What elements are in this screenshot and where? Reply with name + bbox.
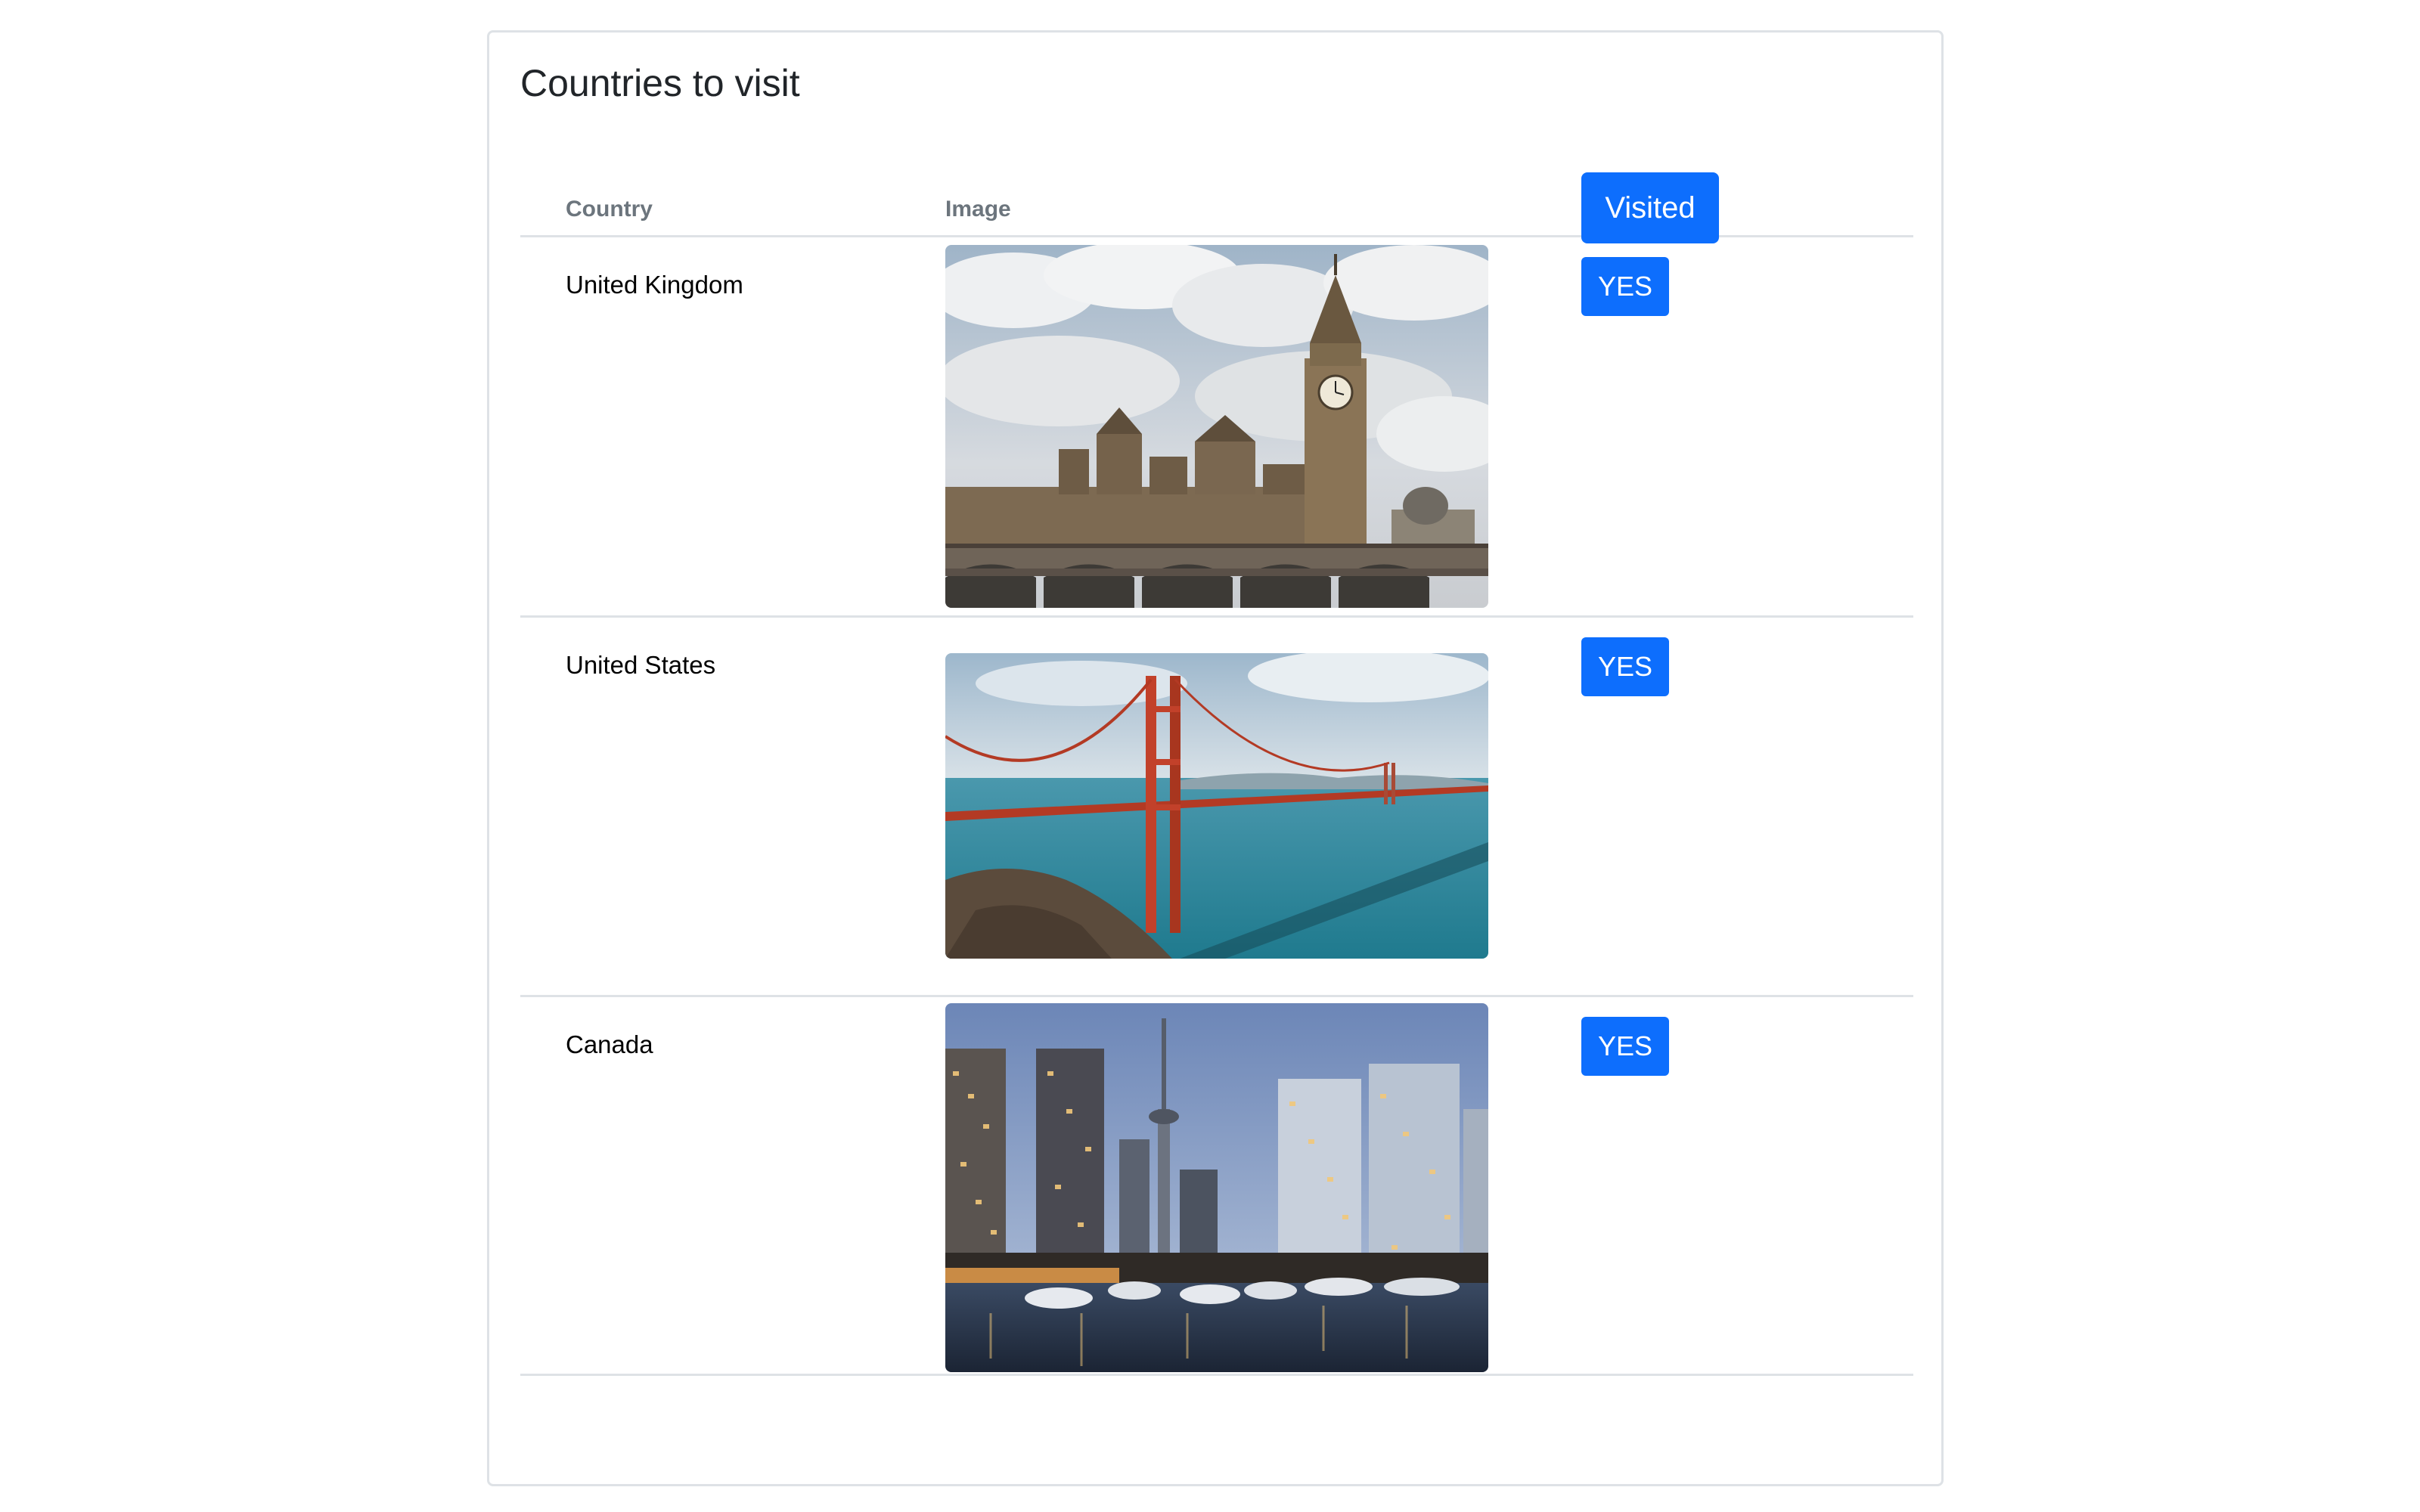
big-ben-westminster-photo [945,245,1488,608]
table-row: United States YES [520,618,1913,997]
country-name: United States [566,651,716,679]
card-title: Countries to visit [520,62,800,104]
visited-yes-button[interactable]: YES [1581,1017,1669,1076]
column-header-country: Country [566,197,653,222]
countries-table: Country Image Visited United Kingdom YES… [520,138,1913,1376]
toronto-cn-tower-marina-photo [945,1003,1488,1372]
visited-yes-button[interactable]: YES [1581,257,1669,316]
visited-header-button[interactable]: Visited [1581,172,1719,243]
visited-yes-button[interactable]: YES [1581,637,1669,696]
table-row: Canada YES [520,997,1913,1376]
country-name: United Kingdom [566,271,743,299]
column-header-image: Image [945,197,1011,222]
country-name: Canada [566,1030,653,1058]
table-header: Country Image Visited [520,138,1913,243]
table-row: United Kingdom YES [520,237,1913,618]
golden-gate-bridge-photo [945,653,1488,959]
countries-card: Countries to visit Country Image Visited… [487,30,1944,1486]
